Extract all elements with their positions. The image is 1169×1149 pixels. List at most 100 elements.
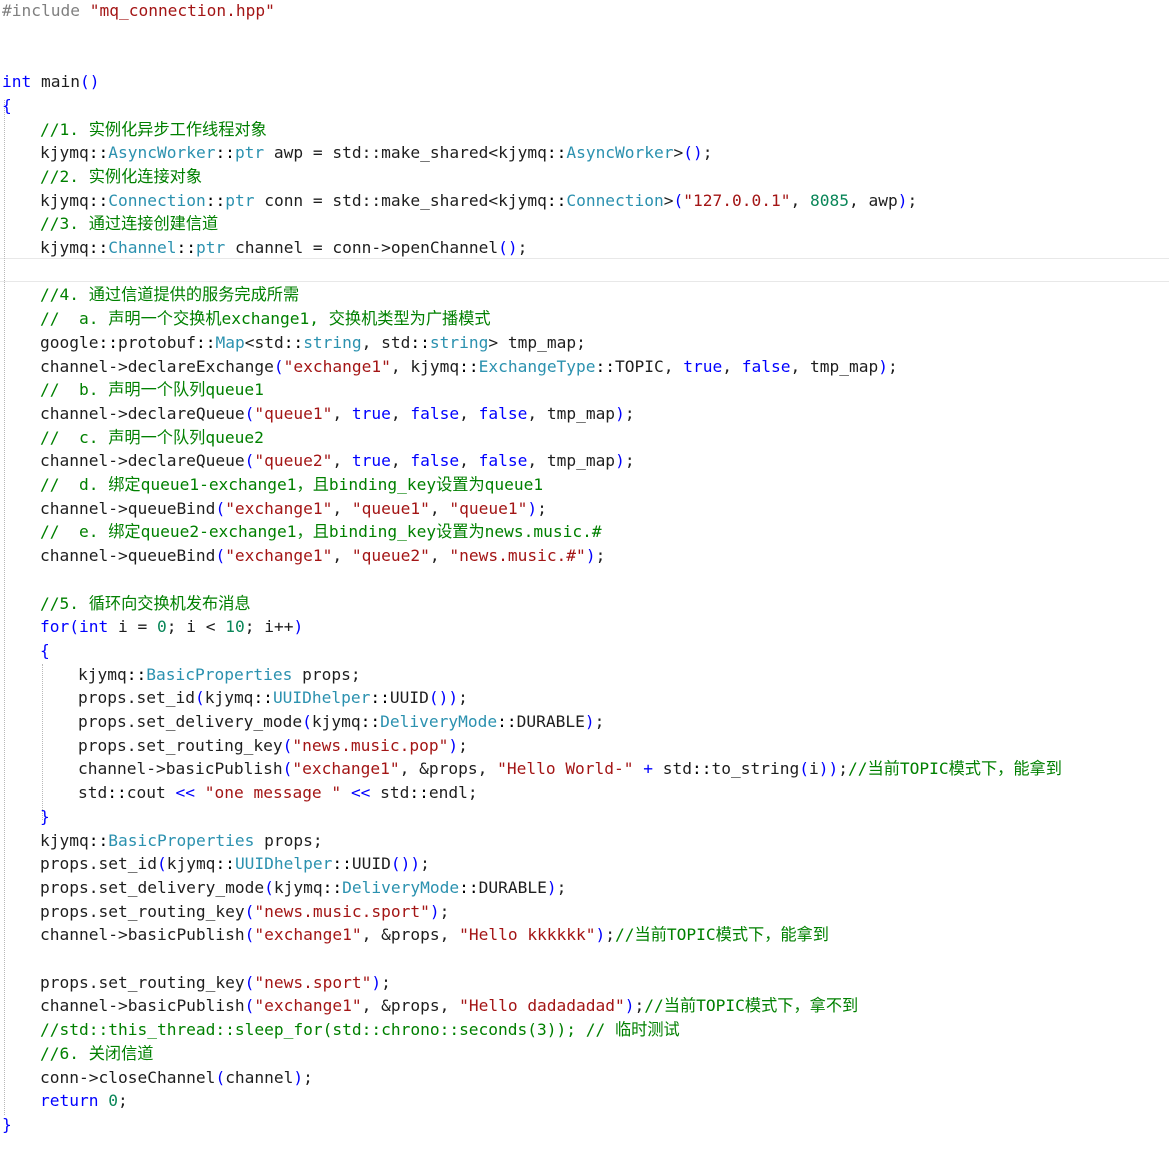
code-token: "Hello World-" [497,759,634,779]
code-line[interactable]: props.set_delivery_mode(kjymq::DeliveryM… [2,876,566,900]
code-token: channel->basicPublish [40,925,245,945]
code-line[interactable]: for(int i = 0; i < 10; i++) [2,615,303,639]
code-line[interactable]: props.set_routing_key("news.music.pop"); [2,734,468,758]
code-token: ) [429,901,440,921]
code-token: :: [497,712,517,731]
code-line[interactable]: { [2,94,12,118]
code-token: ; [702,143,713,163]
code-line[interactable]: channel->declareExchange("exchange1", kj… [2,355,898,379]
code-token: 0 [156,617,167,637]
code-line[interactable]: google::protobuf::Map<std::string, std::… [2,331,586,355]
code-line[interactable]: kjymq::AsyncWorker::ptr awp = std::make_… [2,141,713,165]
code-token: ( [264,877,274,897]
code-token: ( [215,546,226,566]
code-token: ( [273,356,284,376]
code-token: "queue1" [351,498,430,518]
code-line[interactable]: // d. 绑定queue1-exchange1，且binding_key设置为… [2,473,543,497]
code-token: "127.0.0.1" [683,190,791,210]
code-line[interactable]: //5. 循环向交换机发布消息 [2,592,251,616]
code-line[interactable]: channel->basicPublish("exchange1", &prop… [2,757,1062,781]
code-line[interactable]: //1. 实例化异步工作线程对象 [2,118,267,142]
code-line[interactable]: kjymq::BasicProperties props; [2,829,323,853]
code-line[interactable]: channel->declareQueue("queue2", true, fa… [2,449,635,473]
code-editor[interactable]: #include "mq_connection.hpp" int main(){/… [0,0,1169,1149]
code-token: ) [624,996,635,1016]
code-token: :: [409,783,429,803]
code-token: ; [594,712,605,731]
code-token: ( [244,901,255,921]
code-token: , [429,498,450,518]
code-line[interactable]: channel->basicPublish("exchange1", &prop… [2,923,829,947]
code-token: std [370,783,410,803]
code-token: + [633,759,663,779]
code-line[interactable]: channel->declareQueue("queue1", true, fa… [2,402,635,426]
code-line[interactable]: } [2,805,50,829]
code-line[interactable]: props.set_delivery_mode(kjymq::DeliveryM… [2,710,604,734]
code-token: #include [2,1,90,20]
code-line[interactable]: // b. 声明一个队列queue1 [2,378,264,402]
code-line[interactable]: // e. 绑定queue2-exchange1，且binding_key设置为… [2,520,602,544]
code-line[interactable]: // a. 声明一个交换机exchange1, 交换机类型为广播模式 [2,307,491,331]
code-token: "news.sport" [254,972,372,992]
code-token: ; [634,996,645,1016]
code-line[interactable]: kjymq::BasicProperties props; [2,663,361,687]
code-line[interactable]: // c. 声明一个队列queue2 [2,426,264,450]
code-token: ptr [225,190,255,210]
code-line[interactable]: int main() [2,70,99,94]
code-token: () [79,72,100,92]
code-line[interactable]: channel->queueBind("exchange1", "queue1"… [2,497,547,521]
code-line[interactable]: //4. 通过信道提供的服务完成所需 [2,283,299,307]
code-line[interactable]: return 0; [2,1089,128,1113]
code-line[interactable]: //2. 实例化连接对象 [2,165,202,189]
code-token: kjymq [40,143,89,163]
code-line[interactable]: //3. 通过连接创建信道 [2,212,218,236]
code-token: } [2,1114,12,1134]
code-token: ; [605,925,616,945]
code-line[interactable]: std::cout << "one message " << std::endl… [2,781,478,805]
code-token: protobuf [117,332,196,352]
code-token: :: [332,854,352,874]
code-token: , &props, [361,996,460,1016]
code-line[interactable]: } [2,1113,12,1137]
code-line[interactable]: channel->basicPublish("exchange1", &prop… [2,994,858,1018]
code-token: UUID [389,688,429,708]
code-line[interactable]: props.set_routing_key("news.sport"); [2,971,391,995]
code-token: ()) [390,854,421,874]
code-token: kjymq [78,664,127,684]
code-token: ) [584,712,595,731]
code-token: //6. 关闭信道 [40,1043,154,1063]
code-token: channel->queueBind [40,498,216,518]
code-line[interactable]: { [2,639,50,663]
code-line[interactable]: props.set_routing_key("news.music.sport"… [2,900,449,924]
code-token: //当前TOPIC模式下，能拿到 [848,759,1062,779]
code-line[interactable]: channel->queueBind("exchange1", "queue2"… [2,544,605,568]
code-line[interactable]: kjymq::Channel::ptr channel = conn->open… [2,236,527,260]
code-token: :: [88,830,109,850]
code-line[interactable]: //6. 关闭信道 [2,1042,153,1066]
code-token: "mq_connection.hpp" [89,1,275,20]
code-line[interactable]: #include "mq_connection.hpp" [2,0,275,23]
code-token: ( [302,712,312,731]
code-token: props.set_routing_key [40,901,245,921]
code-token: ) [527,498,538,518]
code-token: false [410,403,460,423]
code-token: ; [556,877,567,897]
code-token: for [40,617,70,637]
code-token: "queue1" [449,498,528,518]
code-line[interactable]: conn->closeChannel(channel); [2,1066,313,1090]
code-token: int [79,617,109,637]
code-token: kjymq [40,830,89,850]
code-token: , [332,403,352,423]
code-token: UUID [351,854,391,874]
code-line[interactable]: //std::this_thread::sleep_for(std::chron… [2,1018,680,1042]
code-token: "exchange1" [225,498,333,518]
current-line-highlight [0,258,1169,282]
code-token: ; [537,498,547,518]
code-line[interactable]: kjymq::Connection::ptr conn = std::make_… [2,189,917,213]
code-line[interactable]: props.set_id(kjymq::UUIDhelper::UUID()); [2,852,430,876]
code-token: :: [283,332,304,352]
code-token: :: [410,332,430,352]
code-line[interactable]: props.set_id(kjymq::UUIDhelper::UUID()); [2,686,468,710]
code-token: AsyncWorker [108,143,216,163]
code-token: //当前TOPIC模式下，能拿到 [615,925,829,945]
